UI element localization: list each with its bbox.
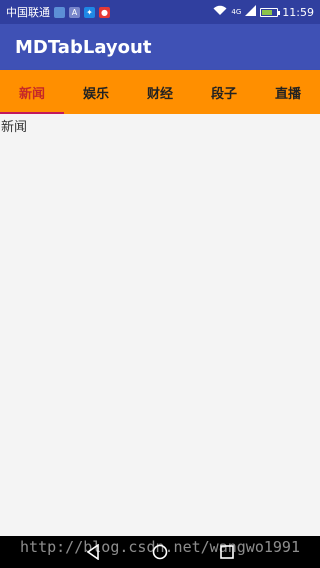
battery-level <box>262 9 273 15</box>
network-badge: 4G <box>231 8 242 16</box>
wifi-icon <box>213 5 227 19</box>
page-content: 新闻 <box>0 114 320 536</box>
tab-bar: 新闻 娱乐 财经 段子 直播 <box>0 70 320 114</box>
home-icon[interactable] <box>150 542 170 562</box>
back-icon[interactable] <box>83 542 103 562</box>
tab-label: 财经 <box>146 86 173 102</box>
content-text: 新闻 <box>1 120 28 135</box>
tab-live[interactable]: 直播 <box>256 70 320 114</box>
app-icon <box>54 6 65 18</box>
status-bar-left: 中国联通 A ✦ ● <box>6 4 110 20</box>
tab-label: 娱乐 <box>82 86 109 102</box>
bird-icon: ✦ <box>84 6 95 18</box>
recents-icon[interactable] <box>217 542 237 562</box>
tab-label: 直播 <box>274 86 301 102</box>
status-bar-right: 4G 11:59 <box>213 5 314 19</box>
a-icon: A <box>69 6 80 18</box>
tab-label: 段子 <box>210 86 237 102</box>
navigation-bar <box>0 536 320 568</box>
tab-finance[interactable]: 财经 <box>128 70 192 114</box>
signal-icon <box>245 5 257 19</box>
app-bar: MDTabLayout <box>0 24 320 70</box>
red-app-icon: ● <box>99 6 110 18</box>
clock: 11:59 <box>282 5 314 19</box>
carrier-label: 中国联通 <box>6 6 50 19</box>
battery-icon <box>260 7 281 17</box>
status-bar: 中国联通 A ✦ ● 4G 11:59 <box>0 0 320 24</box>
tab-news[interactable]: 新闻 <box>0 70 64 114</box>
tab-jokes[interactable]: 段子 <box>192 70 256 114</box>
tab-entertainment[interactable]: 娱乐 <box>64 70 128 114</box>
tab-label: 新闻 <box>18 86 45 102</box>
app-title: MDTabLayout <box>15 36 152 58</box>
